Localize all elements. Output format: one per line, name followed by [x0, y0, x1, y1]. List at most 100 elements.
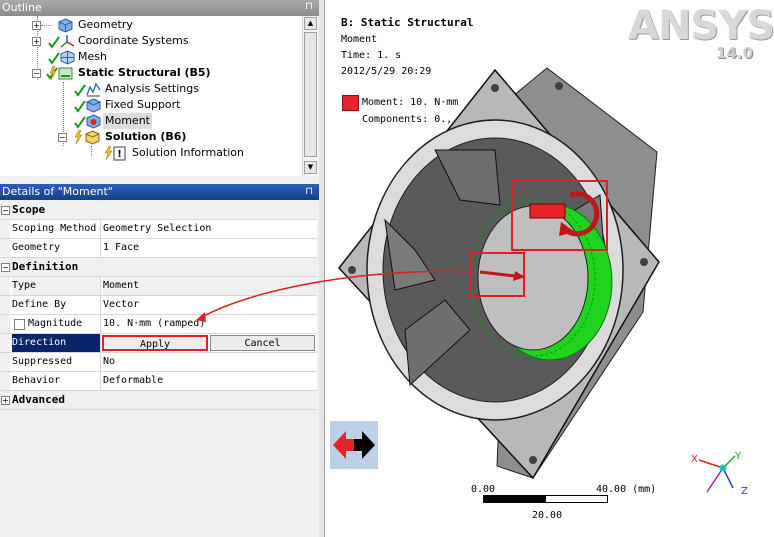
row-value[interactable]: Deformable: [103, 372, 317, 390]
green-check-icon: [74, 84, 86, 97]
fan-hub: [477, 205, 589, 351]
tree-item-analysis-settings[interactable]: Analysis Settings: [0, 81, 300, 97]
collapse-minus-icon[interactable]: −: [58, 133, 67, 142]
scale-bar: [483, 495, 608, 503]
tree-item-geometry[interactable]: + Geometry: [0, 17, 300, 33]
tree-label: Solution Information: [132, 146, 244, 159]
tree-label: Coordinate Systems: [78, 34, 189, 47]
tree-label: Solution (B6): [105, 130, 187, 143]
expand-plus-icon[interactable]: +: [32, 21, 41, 30]
axis-triad[interactable]: X Y Z: [685, 448, 755, 503]
section-label: Advanced: [12, 393, 65, 406]
solution-information-icon: !: [113, 146, 126, 161]
expand-plus-icon[interactable]: +: [32, 37, 41, 46]
row-gutter: [0, 334, 10, 352]
row-gutter: [0, 239, 10, 257]
section-label: Scope: [12, 203, 46, 216]
moment-icon: [86, 114, 101, 129]
details-pin-icon[interactable]: ⊓: [305, 186, 313, 197]
apply-button[interactable]: Apply: [102, 335, 208, 351]
scrollbar-thumb[interactable]: [304, 32, 317, 157]
view-navigation[interactable]: [330, 421, 378, 469]
previous-view-arrow-icon[interactable]: [333, 431, 354, 459]
tree-connector: [41, 25, 51, 26]
row-value[interactable]: Moment: [103, 277, 317, 295]
solution-icon: [85, 130, 100, 145]
row-value[interactable]: 10. N·mm (ramped): [103, 315, 317, 333]
geometry-cube-icon: [58, 18, 73, 33]
row-gutter: [0, 372, 10, 390]
nav-arrows: [333, 431, 375, 459]
row-type[interactable]: Type Moment: [0, 277, 317, 296]
row-value[interactable]: Vector: [103, 296, 317, 314]
row-gutter: [0, 315, 10, 333]
tree-item-mesh[interactable]: Mesh: [0, 49, 300, 65]
details-grid: − Scope Scoping Method Geometry Selectio…: [0, 201, 317, 410]
collapse-minus-icon[interactable]: −: [32, 69, 41, 78]
tree-label: Static Structural (B5): [78, 66, 211, 79]
tree-item-static-structural[interactable]: − Static Structural (B5): [0, 65, 300, 81]
next-view-arrow-icon[interactable]: [354, 431, 375, 459]
row-key: Scoping Method: [12, 220, 101, 238]
svg-text:!: !: [117, 149, 122, 160]
scale-right-label: 40.00 (mm): [596, 484, 657, 495]
collapse-minus-icon[interactable]: −: [1, 206, 10, 215]
scroll-down-arrow-icon[interactable]: ▼: [304, 161, 317, 174]
mounting-hole: [348, 266, 356, 274]
section-definition[interactable]: − Definition: [0, 258, 317, 277]
tree-label: Moment: [103, 113, 152, 129]
row-gutter: [0, 277, 10, 295]
row-gutter: [0, 220, 10, 238]
mounting-hole: [640, 258, 648, 266]
section-scope[interactable]: − Scope: [0, 201, 317, 220]
row-value[interactable]: Geometry Selection: [103, 220, 317, 238]
tree-item-moment[interactable]: Moment: [0, 113, 300, 129]
row-magnitude[interactable]: Magnitude 10. N·mm (ramped): [0, 315, 317, 334]
scale-bar-fill: [484, 496, 546, 502]
expand-plus-icon[interactable]: +: [1, 396, 10, 405]
row-key: Geometry: [12, 239, 101, 257]
row-scoping-method[interactable]: Scoping Method Geometry Selection: [0, 220, 317, 239]
green-check-icon: [48, 52, 60, 65]
row-behavior[interactable]: Behavior Deformable: [0, 372, 317, 391]
row-key: Suppressed: [12, 353, 101, 371]
tree-item-solution-information[interactable]: ! Solution Information: [0, 145, 300, 161]
tree-label: Mesh: [78, 50, 107, 63]
tree-item-fixed-support[interactable]: Fixed Support: [0, 97, 300, 113]
x-axis-label: X: [691, 454, 698, 465]
scale-mid-label: 20.00: [532, 510, 563, 521]
row-define-by[interactable]: Define By Vector: [0, 296, 317, 315]
triad-center-icon[interactable]: [719, 464, 727, 472]
x-axis-line: [698, 459, 724, 469]
row-geometry[interactable]: Geometry 1 Face: [0, 239, 317, 258]
details-title-text: Details of "Moment": [2, 185, 113, 198]
iso-axis-line: [706, 467, 724, 493]
scroll-up-arrow-icon[interactable]: ▲: [304, 17, 317, 30]
graphics-viewport[interactable]: B: Static Structural Moment Time: 1. s 2…: [325, 0, 774, 537]
lightning-check-icon: [46, 66, 58, 80]
mounting-hole: [491, 84, 499, 92]
cancel-button[interactable]: Cancel: [210, 335, 315, 351]
outline-tree[interactable]: + Geometry + Coordinate Systems Mesh − S…: [0, 16, 302, 176]
tree-label: Geometry: [78, 18, 133, 31]
row-value[interactable]: No: [103, 353, 317, 371]
row-key: Type: [12, 277, 101, 295]
mounting-hole: [529, 456, 537, 464]
row-key: Behavior: [12, 372, 101, 390]
left-panel: Outline ⊓ + Geometry + Coordinate System…: [0, 0, 319, 537]
row-direction[interactable]: Direction Apply Cancel: [0, 334, 317, 353]
outline-pin-icon[interactable]: ⊓: [305, 2, 315, 12]
section-advanced[interactable]: + Advanced: [0, 391, 317, 410]
tree-item-coordinate-systems[interactable]: + Coordinate Systems: [0, 33, 300, 49]
collapse-minus-icon[interactable]: −: [1, 263, 10, 272]
green-check-icon: [74, 100, 86, 113]
outline-panel-title: Outline ⊓: [0, 0, 319, 16]
row-value[interactable]: 1 Face: [103, 239, 317, 257]
section-label: Definition: [12, 260, 79, 273]
green-check-icon: [48, 36, 60, 49]
details-panel-title: Details of "Moment": [0, 184, 319, 200]
parameter-checkbox[interactable]: [14, 319, 25, 330]
outline-scrollbar[interactable]: ▲ ▼: [302, 16, 318, 176]
row-suppressed[interactable]: Suppressed No: [0, 353, 317, 372]
tree-item-solution[interactable]: − Solution (B6): [0, 129, 300, 145]
